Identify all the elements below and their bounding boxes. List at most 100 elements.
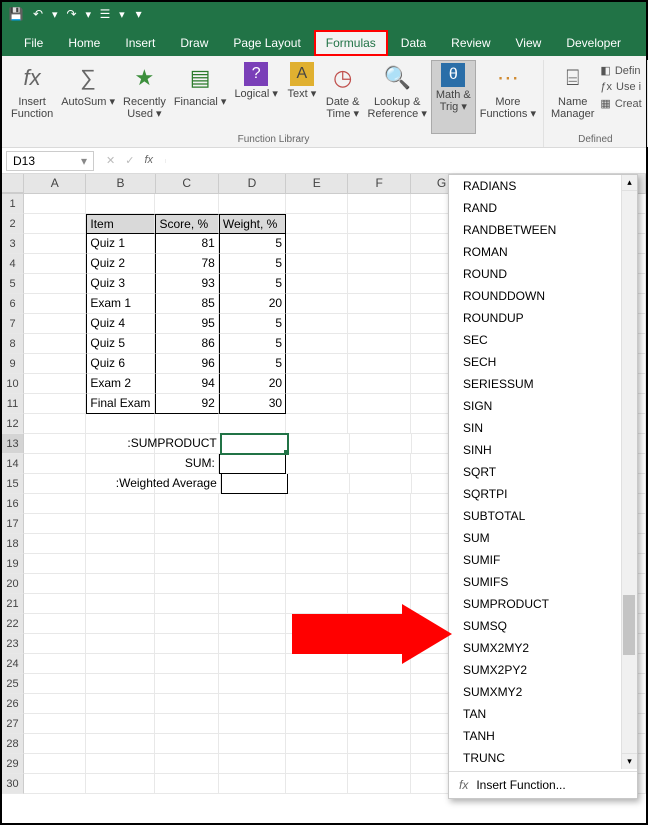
cell-E5[interactable] xyxy=(286,274,348,294)
row-header-26[interactable]: 26 xyxy=(2,694,24,714)
cell-E21[interactable] xyxy=(286,594,348,614)
cell-E17[interactable] xyxy=(286,514,348,534)
scroll-thumb[interactable] xyxy=(623,595,635,655)
row-header-21[interactable]: 21 xyxy=(2,594,24,614)
cell-A5[interactable] xyxy=(24,274,86,294)
cell-D30[interactable] xyxy=(219,774,286,794)
cell-B11[interactable]: Final Exam xyxy=(86,394,155,414)
more-functions-button[interactable]: ⋯ More Functions ▾ xyxy=(476,60,540,134)
cell-A13[interactable] xyxy=(24,434,86,454)
cell-D4[interactable]: 5 xyxy=(219,254,286,274)
cell-E13[interactable] xyxy=(288,434,350,454)
cell-F19[interactable] xyxy=(348,554,410,574)
cell-B21[interactable] xyxy=(86,594,155,614)
tab-file[interactable]: File xyxy=(12,30,55,56)
row-header-19[interactable]: 19 xyxy=(2,554,24,574)
text-button[interactable]: A Text ▾ xyxy=(282,60,322,134)
cell-B20[interactable] xyxy=(86,574,155,594)
row-header-24[interactable]: 24 xyxy=(2,654,24,674)
cell-E14[interactable] xyxy=(286,454,348,474)
qat-customize-icon[interactable]: ▾ xyxy=(131,6,147,22)
row-header-22[interactable]: 22 xyxy=(2,614,24,634)
cell-B23[interactable] xyxy=(86,634,155,654)
tab-formulas[interactable]: Formulas xyxy=(314,30,388,56)
logical-button[interactable]: ? Logical ▾ xyxy=(230,60,281,134)
row-header-10[interactable]: 10 xyxy=(2,374,24,394)
cell-D9[interactable]: 5 xyxy=(219,354,286,374)
scroll-up-arrow-icon[interactable]: ▴ xyxy=(622,175,637,191)
cell-E1[interactable] xyxy=(286,194,348,214)
autosum-button[interactable]: ∑ AutoSum ▾ xyxy=(57,60,119,134)
cell-B17[interactable] xyxy=(86,514,155,534)
cell-F4[interactable] xyxy=(348,254,410,274)
menu-item-sech[interactable]: SECH xyxy=(449,351,637,373)
menu-item-tanh[interactable]: TANH xyxy=(449,725,637,747)
cell-E28[interactable] xyxy=(286,734,348,754)
cell-C25[interactable] xyxy=(155,674,218,694)
cell-A11[interactable] xyxy=(24,394,86,414)
cell-A18[interactable] xyxy=(24,534,86,554)
tab-draw[interactable]: Draw xyxy=(168,30,220,56)
menu-item-subtotal[interactable]: SUBTOTAL xyxy=(449,505,637,527)
cell-C14[interactable]: SUM: xyxy=(155,454,218,474)
date-time-button[interactable]: ◷ Date & Time ▾ xyxy=(322,60,364,134)
row-header-8[interactable]: 8 xyxy=(2,334,24,354)
cell-B26[interactable] xyxy=(86,694,155,714)
cell-A12[interactable] xyxy=(24,414,86,434)
row-header-3[interactable]: 3 xyxy=(2,234,24,254)
cell-C6[interactable]: 85 xyxy=(155,294,218,314)
cell-F3[interactable] xyxy=(348,234,410,254)
menu-item-tan[interactable]: TAN xyxy=(449,703,637,725)
cell-E3[interactable] xyxy=(286,234,348,254)
row-header-14[interactable]: 14 xyxy=(2,454,24,474)
row-header-27[interactable]: 27 xyxy=(2,714,24,734)
cell-E19[interactable] xyxy=(286,554,348,574)
row-header-16[interactable]: 16 xyxy=(2,494,24,514)
cell-E7[interactable] xyxy=(286,314,348,334)
row-header-29[interactable]: 29 xyxy=(2,754,24,774)
cell-C18[interactable] xyxy=(155,534,218,554)
cell-F15[interactable] xyxy=(350,474,412,494)
menu-item-radians[interactable]: RADIANS xyxy=(449,175,637,197)
cell-A9[interactable] xyxy=(24,354,86,374)
cell-D11[interactable]: 30 xyxy=(219,394,286,414)
cell-F5[interactable] xyxy=(348,274,410,294)
col-header-D[interactable]: D xyxy=(219,174,286,193)
menu-item-sumx2my2[interactable]: SUMX2MY2 xyxy=(449,637,637,659)
undo-icon[interactable]: ↶ xyxy=(30,6,46,22)
cell-E11[interactable] xyxy=(286,394,348,414)
cell-F27[interactable] xyxy=(348,714,410,734)
cell-F20[interactable] xyxy=(348,574,410,594)
cell-E30[interactable] xyxy=(286,774,348,794)
enter-icon[interactable]: ✓ xyxy=(125,154,134,167)
menu-item-trunc[interactable]: TRUNC xyxy=(449,747,637,769)
cell-E18[interactable] xyxy=(286,534,348,554)
cell-C10[interactable]: 94 xyxy=(155,374,218,394)
tab-insert[interactable]: Insert xyxy=(113,30,167,56)
tab-data[interactable]: Data xyxy=(389,30,438,56)
cell-C2[interactable]: Score, % xyxy=(155,214,218,234)
cell-F17[interactable] xyxy=(348,514,410,534)
menu-item-sin[interactable]: SIN xyxy=(449,417,637,439)
cell-D18[interactable] xyxy=(219,534,286,554)
cell-A30[interactable] xyxy=(24,774,86,794)
cell-F30[interactable] xyxy=(348,774,410,794)
touch-mode-icon[interactable]: ☰ xyxy=(97,6,113,22)
cell-F29[interactable] xyxy=(348,754,410,774)
cell-F26[interactable] xyxy=(348,694,410,714)
menu-item-sqrtpi[interactable]: SQRTPI xyxy=(449,483,637,505)
cell-E8[interactable] xyxy=(286,334,348,354)
cell-F13[interactable] xyxy=(350,434,412,454)
menu-item-sumproduct[interactable]: SUMPRODUCT xyxy=(449,593,637,615)
cell-D17[interactable] xyxy=(219,514,286,534)
cell-B27[interactable] xyxy=(86,714,155,734)
cell-B9[interactable]: Quiz 6 xyxy=(86,354,155,374)
cancel-icon[interactable]: ✕ xyxy=(106,154,115,167)
cell-F25[interactable] xyxy=(348,674,410,694)
cell-B12[interactable] xyxy=(86,414,155,434)
cell-A29[interactable] xyxy=(24,754,86,774)
cell-B24[interactable] xyxy=(86,654,155,674)
cell-A21[interactable] xyxy=(24,594,86,614)
cell-B25[interactable] xyxy=(86,674,155,694)
tab-view[interactable]: View xyxy=(504,30,554,56)
